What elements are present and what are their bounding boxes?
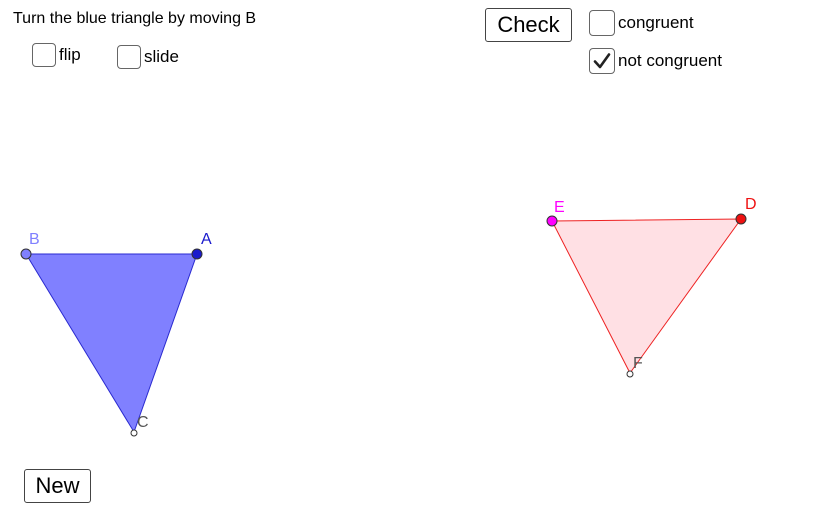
not-congruent-checkbox-box[interactable] [589,48,615,74]
congruent-checkbox[interactable]: congruent [589,10,694,36]
slide-checkbox-box[interactable] [117,45,141,69]
not-congruent-checkbox[interactable]: not congruent [589,48,722,74]
point-e[interactable] [546,215,558,227]
point-f-label: F [633,355,643,372]
checkmark-icon [593,53,611,69]
blue-triangle [25,253,198,434]
instruction-text: Turn the blue triangle by moving B [13,10,257,27]
point-d-label: D [745,196,757,213]
geometry-applet: B A C E D F Turn the blue triangle by mo… [0,0,822,521]
flip-checkbox[interactable]: flip [32,43,81,67]
slide-checkbox[interactable]: slide [117,45,179,69]
flip-checkbox-box[interactable] [32,43,56,67]
check-button[interactable]: Check [485,8,572,42]
red-triangle [551,218,742,374]
graphics-view: B A C E D F [20,196,757,437]
point-a[interactable] [191,248,203,260]
slide-label: slide [144,47,179,66]
congruent-label: congruent [618,13,694,32]
point-c-label: C [137,414,149,431]
point-b[interactable] [20,248,32,260]
congruent-checkbox-box[interactable] [589,10,615,36]
point-e-label: E [554,199,565,216]
not-congruent-label: not congruent [618,51,722,70]
new-button[interactable]: New [24,469,91,503]
flip-label: flip [59,45,81,64]
point-d[interactable] [735,213,747,225]
point-b-label: B [29,231,40,248]
point-a-label: A [201,231,212,248]
